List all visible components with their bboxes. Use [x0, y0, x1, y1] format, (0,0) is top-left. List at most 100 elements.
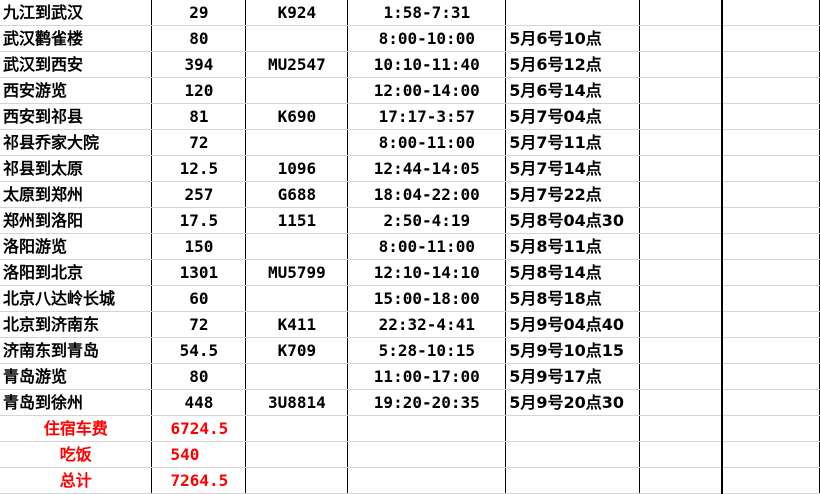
route-cell[interactable]: 洛阳游览: [0, 233, 153, 260]
empty-cell[interactable]: [639, 337, 723, 364]
empty-cell[interactable]: [721, 181, 820, 208]
empty-cell[interactable]: [639, 103, 723, 130]
arrival-cell[interactable]: 5月9号17点: [505, 363, 641, 390]
arrival-cell[interactable]: 5月9号10点15: [505, 337, 641, 364]
train-number-cell[interactable]: K411: [245, 311, 349, 338]
route-cell[interactable]: 济南东到青岛: [0, 337, 153, 364]
route-cell[interactable]: 祁县乔家大院: [0, 129, 153, 156]
time-cell[interactable]: 12:10-14:10: [347, 259, 507, 286]
empty-cell[interactable]: [721, 233, 820, 260]
train-number-cell[interactable]: [245, 285, 349, 312]
cost-cell[interactable]: 394: [151, 51, 247, 78]
train-number-cell[interactable]: [245, 129, 349, 156]
time-cell[interactable]: 10:10-11:40: [347, 51, 507, 78]
train-number-cell[interactable]: [245, 25, 349, 52]
time-cell[interactable]: 2:50-4:19: [347, 207, 507, 234]
empty-cell[interactable]: [639, 181, 723, 208]
empty-cell[interactable]: [721, 155, 820, 182]
empty-cell[interactable]: [721, 389, 820, 416]
time-cell[interactable]: 1:58-7:31: [347, 0, 507, 26]
cost-cell[interactable]: 72: [151, 129, 247, 156]
empty-cell[interactable]: [639, 77, 723, 104]
train-number-cell[interactable]: [245, 77, 349, 104]
empty-cell[interactable]: [721, 129, 820, 156]
empty-cell[interactable]: [347, 441, 507, 468]
cost-cell[interactable]: 120: [151, 77, 247, 104]
train-number-cell[interactable]: K690: [245, 103, 349, 130]
cost-cell[interactable]: 150: [151, 233, 247, 260]
arrival-cell[interactable]: 5月7号14点: [505, 155, 641, 182]
train-number-cell[interactable]: 3U8814: [245, 389, 349, 416]
total-amount-cell[interactable]: 540: [151, 441, 247, 468]
arrival-cell[interactable]: 5月8号14点: [505, 259, 641, 286]
total-amount-cell[interactable]: 6724.5: [151, 415, 247, 442]
empty-cell[interactable]: [721, 51, 820, 78]
train-number-cell[interactable]: K709: [245, 337, 349, 364]
cost-cell[interactable]: 80: [151, 25, 247, 52]
empty-cell[interactable]: [639, 285, 723, 312]
total-label-cell[interactable]: 住宿车费: [0, 415, 153, 442]
train-number-cell[interactable]: 1096: [245, 155, 349, 182]
empty-cell[interactable]: [639, 25, 723, 52]
empty-cell[interactable]: [505, 441, 641, 468]
arrival-cell[interactable]: 5月8号18点: [505, 285, 641, 312]
route-cell[interactable]: 九江到武汉: [0, 0, 153, 26]
arrival-cell[interactable]: [505, 0, 641, 26]
arrival-cell[interactable]: 5月6号10点: [505, 25, 641, 52]
time-cell[interactable]: 11:00-17:00: [347, 363, 507, 390]
arrival-cell[interactable]: 5月9号20点30: [505, 389, 641, 416]
arrival-cell[interactable]: 5月9号04点40: [505, 311, 641, 338]
total-label-cell[interactable]: 吃饭: [0, 441, 153, 468]
route-cell[interactable]: 武汉到西安: [0, 51, 153, 78]
cost-cell[interactable]: 72: [151, 311, 247, 338]
arrival-cell[interactable]: 5月8号04点30: [505, 207, 641, 234]
route-cell[interactable]: 青岛到徐州: [0, 389, 153, 416]
empty-cell[interactable]: [639, 467, 723, 494]
train-number-cell[interactable]: [245, 233, 349, 260]
cost-cell[interactable]: 81: [151, 103, 247, 130]
arrival-cell[interactable]: 5月8号11点: [505, 233, 641, 260]
empty-cell[interactable]: [721, 415, 820, 442]
route-cell[interactable]: 青岛游览: [0, 363, 153, 390]
empty-cell[interactable]: [721, 363, 820, 390]
route-cell[interactable]: 太原到郑州: [0, 181, 153, 208]
empty-cell[interactable]: [639, 0, 723, 26]
train-number-cell[interactable]: [245, 363, 349, 390]
cost-cell[interactable]: 80: [151, 363, 247, 390]
empty-cell[interactable]: [721, 103, 820, 130]
train-number-cell[interactable]: G688: [245, 181, 349, 208]
time-cell[interactable]: 15:00-18:00: [347, 285, 507, 312]
time-cell[interactable]: 8:00-10:00: [347, 25, 507, 52]
time-cell[interactable]: 19:20-20:35: [347, 389, 507, 416]
time-cell[interactable]: 8:00-11:00: [347, 129, 507, 156]
route-cell[interactable]: 武汉鹳雀楼: [0, 25, 153, 52]
time-cell[interactable]: 12:44-14:05: [347, 155, 507, 182]
empty-cell[interactable]: [721, 441, 820, 468]
empty-cell[interactable]: [639, 129, 723, 156]
empty-cell[interactable]: [639, 389, 723, 416]
empty-cell[interactable]: [505, 415, 641, 442]
empty-cell[interactable]: [505, 467, 641, 494]
arrival-cell[interactable]: 5月6号14点: [505, 77, 641, 104]
empty-cell[interactable]: [639, 207, 723, 234]
total-amount-cell[interactable]: 7264.5: [151, 467, 247, 494]
time-cell[interactable]: 17:17-3:57: [347, 103, 507, 130]
empty-cell[interactable]: [721, 25, 820, 52]
train-number-cell[interactable]: K924: [245, 0, 349, 26]
time-cell[interactable]: 5:28-10:15: [347, 337, 507, 364]
empty-cell[interactable]: [639, 363, 723, 390]
empty-cell[interactable]: [721, 77, 820, 104]
empty-cell[interactable]: [347, 467, 507, 494]
time-cell[interactable]: 8:00-11:00: [347, 233, 507, 260]
empty-cell[interactable]: [639, 415, 723, 442]
route-cell[interactable]: 西安游览: [0, 77, 153, 104]
route-cell[interactable]: 祁县到太原: [0, 155, 153, 182]
train-number-cell[interactable]: 1151: [245, 207, 349, 234]
cost-cell[interactable]: 12.5: [151, 155, 247, 182]
empty-cell[interactable]: [721, 337, 820, 364]
time-cell[interactable]: 22:32-4:41: [347, 311, 507, 338]
empty-cell[interactable]: [639, 441, 723, 468]
cost-cell[interactable]: 1301: [151, 259, 247, 286]
route-cell[interactable]: 郑州到洛阳: [0, 207, 153, 234]
arrival-cell[interactable]: 5月6号12点: [505, 51, 641, 78]
